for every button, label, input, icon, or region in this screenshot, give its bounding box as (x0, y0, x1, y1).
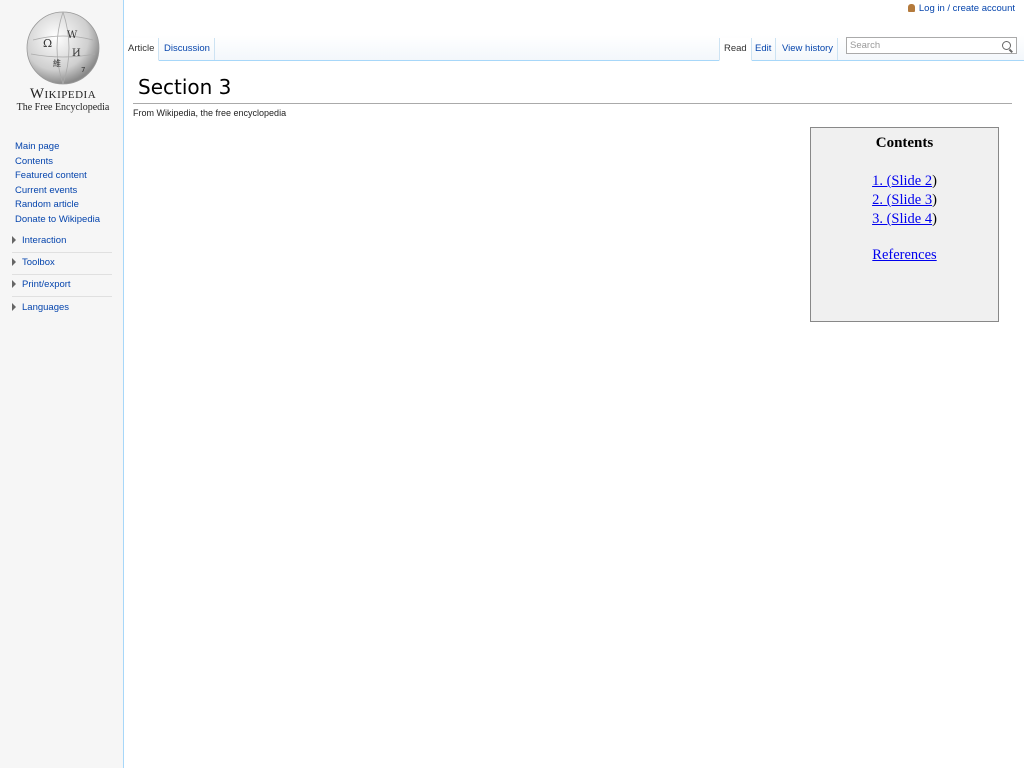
tab-discussion[interactable]: Discussion (160, 38, 215, 60)
nav-link[interactable]: Donate to Wikipedia (15, 214, 100, 225)
login-link[interactable]: Log in / create account (919, 3, 1015, 14)
portal-languages[interactable]: Languages (12, 302, 112, 319)
svg-text:7: 7 (81, 66, 85, 74)
expand-arrow-icon (12, 236, 16, 245)
toc-item: 3. (Slide 4) (811, 210, 998, 229)
toc-link[interactable]: 2. (Slide 3 (872, 192, 932, 208)
wikipedia-logo[interactable]: Ω W И 維 7 Wikipedia The Free Encyclopedi… (10, 10, 116, 122)
tab-view-history[interactable]: View history (778, 38, 839, 60)
nav-link[interactable]: Current events (15, 185, 77, 196)
toc-item: 2. (Slide 3) (811, 191, 998, 210)
expand-arrow-icon (12, 280, 16, 289)
nav-item-contents[interactable]: Contents (15, 155, 100, 170)
nav-link[interactable]: Random article (15, 199, 79, 210)
tab-read[interactable]: Read (719, 38, 752, 61)
globe-icon: Ω W И 維 7 (26, 11, 100, 85)
svg-text:И: И (72, 48, 81, 59)
toc-list: 1. (Slide 2) 2. (Slide 3) 3. (Slide 4) (811, 172, 998, 229)
nav-item-featured-content[interactable]: Featured content (15, 169, 100, 184)
logo-wordmark: Wikipedia (29, 86, 97, 102)
portal-label: Interaction (22, 235, 67, 246)
page-title: Section 3 (138, 75, 232, 99)
search-placeholder: Search (850, 40, 881, 51)
tab-article[interactable]: Article (124, 38, 160, 61)
toc-references: References (811, 247, 998, 264)
nav-link[interactable]: Contents (15, 156, 53, 167)
toc-item: 1. (Slide 2) (811, 172, 998, 191)
toc-item-suffix: ) (932, 211, 937, 227)
portal-print-export[interactable]: Print/export (12, 279, 112, 297)
tab-edit[interactable]: Edit (751, 38, 777, 60)
toc-item-suffix: ) (932, 173, 937, 189)
nav-item-donate[interactable]: Donate to Wikipedia (15, 213, 100, 228)
sidebar: Ω W И 維 7 Wikipedia The Free Encyclopedi… (0, 0, 124, 768)
table-of-contents: Contents 1. (Slide 2) 2. (Slide 3) 3. (S… (810, 127, 999, 322)
user-icon (907, 4, 915, 12)
site-subtitle: From Wikipedia, the free encyclopedia (133, 108, 287, 118)
nav-item-random-article[interactable]: Random article (15, 198, 100, 213)
toc-item-suffix: ) (932, 192, 937, 208)
svg-text:Ω: Ω (43, 37, 52, 50)
nav-link[interactable]: Featured content (15, 170, 87, 181)
portal-label: Toolbox (22, 257, 55, 268)
portal-toolbox[interactable]: Toolbox (12, 257, 112, 275)
portal-label: Languages (22, 302, 70, 313)
personal-tools: Log in / create account (907, 3, 1015, 14)
nav-item-main-page[interactable]: Main page (15, 140, 100, 155)
search-icon[interactable] (1002, 41, 1011, 50)
toc-link[interactable]: 1. (Slide 2 (872, 173, 932, 189)
toc-title: Contents (875, 135, 934, 151)
search-input[interactable]: Search (846, 37, 1017, 54)
portal-label: Print/export (22, 279, 71, 290)
portal-interaction[interactable]: Interaction (12, 235, 112, 253)
expand-arrow-icon (12, 258, 16, 267)
svg-text:維: 維 (53, 58, 61, 68)
logo-tagline: The Free Encyclopedia (16, 102, 110, 113)
nav-item-current-events[interactable]: Current events (15, 184, 100, 199)
title-divider (133, 103, 1012, 104)
references-link[interactable]: References (872, 247, 936, 263)
main-navigation: Main page Contents Featured content Curr… (15, 140, 100, 228)
nav-link[interactable]: Main page (15, 141, 59, 152)
expand-arrow-icon (12, 303, 16, 312)
svg-text:W: W (67, 30, 78, 41)
toc-link[interactable]: 3. (Slide 4 (872, 211, 932, 227)
